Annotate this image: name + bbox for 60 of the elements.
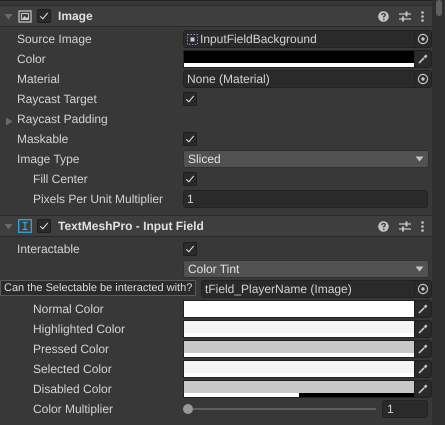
help-icon[interactable]	[378, 220, 389, 232]
field-label: Pixels Per Unit Multiplier	[33, 192, 164, 206]
color-swatch[interactable]	[183, 320, 415, 338]
checkbox[interactable]	[183, 172, 197, 186]
sprite-icon	[187, 34, 198, 44]
object-field[interactable]: None (Material)	[183, 70, 415, 88]
field-label: Image Type	[17, 152, 80, 166]
eyedropper-icon[interactable]	[415, 360, 432, 378]
field-label: Highlighted Color	[33, 322, 126, 336]
number-field[interactable]: 1	[183, 190, 428, 208]
color-swatch[interactable]	[183, 360, 415, 378]
text-cursor-icon	[18, 219, 32, 233]
field-label: Raycast Padding	[17, 112, 108, 126]
field-label: Fill Center	[33, 172, 88, 186]
eyedropper-icon[interactable]	[415, 50, 432, 68]
field-label: Color Multiplier	[33, 402, 114, 416]
eyedropper-icon[interactable]	[415, 340, 432, 358]
field-label: Pressed Color	[33, 342, 110, 356]
object-field[interactable]: tField_PlayerName (Image)	[201, 280, 415, 298]
field-label: Color	[17, 52, 46, 66]
scrollbar-thumb[interactable]	[436, 0, 442, 16]
color-swatch[interactable]	[183, 340, 415, 358]
object-picker-icon[interactable]	[415, 30, 432, 48]
more-options-icon[interactable]	[421, 10, 424, 22]
color-swatch[interactable]	[183, 50, 415, 68]
checkbox[interactable]	[183, 132, 197, 146]
caret-icon	[415, 156, 424, 162]
dropdown[interactable]: Color Tint	[183, 260, 429, 278]
field-label: Normal Color	[33, 302, 104, 316]
color-swatch[interactable]	[183, 380, 415, 398]
tooltip: Can the Selectable be interacted with?	[0, 280, 196, 296]
field-label: Source Image	[17, 32, 92, 46]
checkbox[interactable]	[183, 92, 197, 106]
slider-thumb[interactable]	[183, 404, 193, 414]
checkbox[interactable]	[183, 242, 197, 256]
field-label: Maskable	[17, 132, 68, 146]
component-title: Image	[58, 9, 93, 23]
field-label: Interactable	[17, 242, 80, 256]
color-swatch[interactable]	[183, 300, 415, 318]
object-field[interactable]: InputFieldBackground	[183, 30, 415, 48]
field-label: Disabled Color	[33, 382, 112, 396]
field-label: Material	[17, 72, 60, 86]
component-title: TextMeshPro - Input Field	[58, 219, 204, 233]
caret-icon	[415, 266, 424, 272]
eyedropper-icon[interactable]	[415, 320, 432, 338]
number-field[interactable]: 1	[382, 400, 428, 418]
more-options-icon[interactable]	[421, 220, 424, 232]
presets-icon[interactable]	[399, 220, 411, 232]
object-picker-icon[interactable]	[415, 280, 432, 298]
object-picker-icon[interactable]	[415, 70, 432, 88]
checkbox[interactable]	[37, 219, 51, 233]
eyedropper-icon[interactable]	[415, 300, 432, 318]
help-icon[interactable]	[378, 10, 389, 22]
eyedropper-icon[interactable]	[415, 380, 432, 398]
dropdown[interactable]: Sliced	[183, 150, 429, 168]
field-label: Raycast Target	[17, 92, 97, 106]
field-label: Selected Color	[33, 362, 112, 376]
checkbox[interactable]	[37, 9, 51, 23]
image-icon	[18, 10, 32, 22]
presets-icon[interactable]	[399, 10, 411, 22]
